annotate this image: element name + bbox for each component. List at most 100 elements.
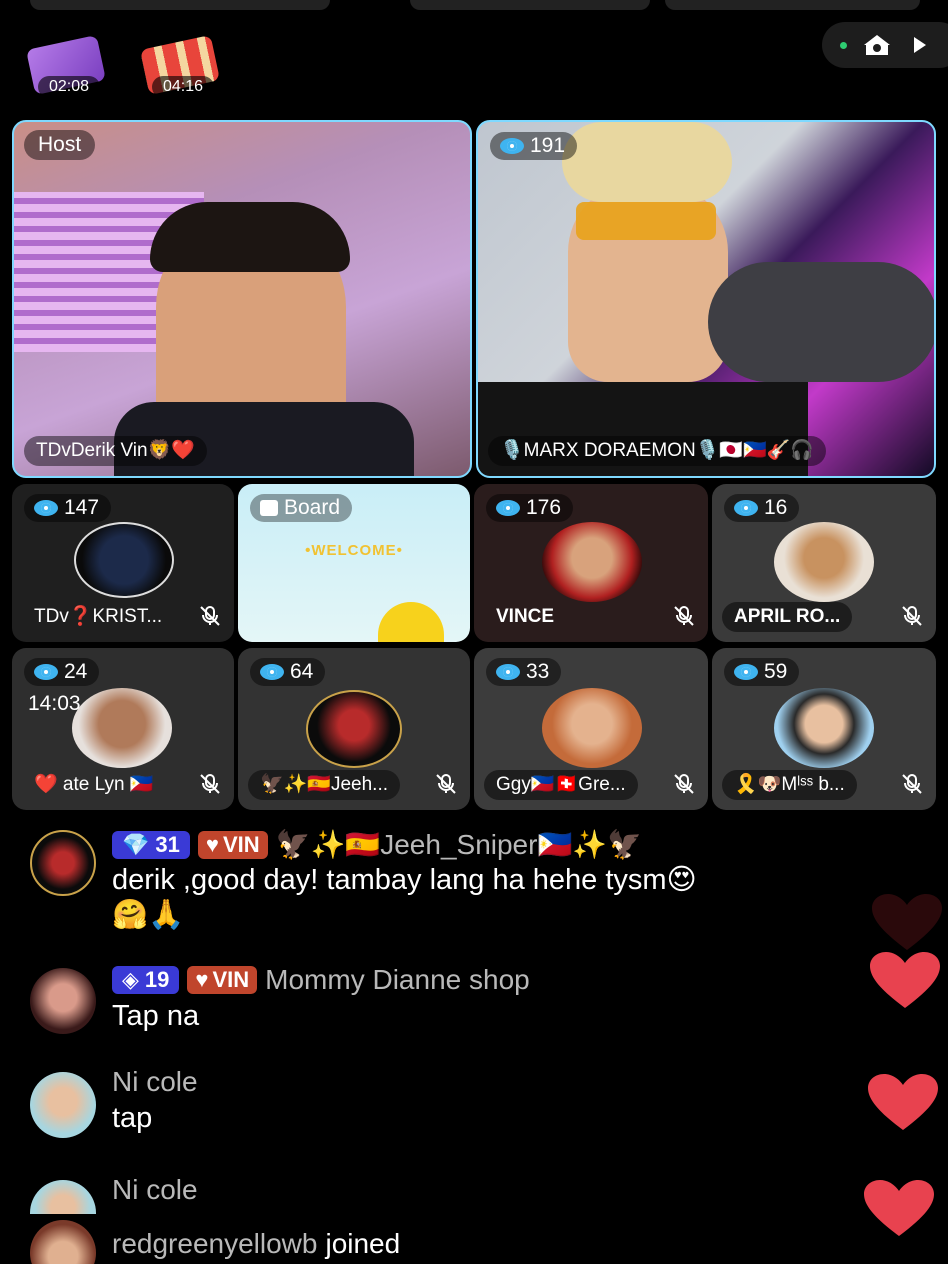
eye-icon (496, 664, 520, 680)
viewer-count: 191 (530, 134, 566, 157)
gift-box-purple[interactable]: 02:08 (24, 35, 110, 100)
mic-muted-icon (200, 774, 220, 794)
chat-text: Tap na (112, 1000, 200, 1032)
viewer-count-badge: 24 (24, 658, 100, 686)
chat-username[interactable]: Mommy Dianne shop (265, 964, 530, 996)
gift-timer: 04:16 (152, 76, 214, 98)
mic-muted-icon (902, 606, 922, 626)
chat-avatar[interactable] (30, 1180, 96, 1214)
guest-tile[interactable]: 16 APRIL RO... (712, 484, 936, 642)
guest-tile[interactable]: 64 🦅✨🇪🇸Jeeh... (238, 648, 470, 810)
eye-icon (34, 664, 58, 680)
guest-tile[interactable]: 147 TDv❓KRIST... (12, 484, 234, 642)
heart-icon (868, 1074, 938, 1130)
board-mascot-icon (378, 602, 444, 642)
guest-name: 🦅✨🇪🇸Jeeh... (248, 770, 401, 800)
guest-tile[interactable]: 24 14:03 ❤️ ate Lyn 🇵🇭 (12, 648, 234, 810)
eye-icon (260, 664, 284, 680)
guest-name: APRIL RO... (722, 602, 853, 632)
play-icon[interactable] (914, 37, 926, 53)
chat-text: tap (112, 1102, 153, 1134)
guest-avatar (72, 688, 172, 768)
guest-avatar (542, 522, 642, 602)
sunglasses (576, 202, 716, 240)
eye-icon (734, 664, 758, 680)
join-action: joined (325, 1228, 401, 1259)
viewer-count-badge: 147 (24, 494, 112, 522)
viewer-count-badge: 191 (490, 132, 578, 160)
viewer-count-badge: 64 (250, 658, 326, 686)
heart-badge-icon: ♥ (205, 831, 219, 857)
mic-muted-icon (200, 606, 220, 626)
guest-tile[interactable]: 59 🎗️🐶Mˡˢˢ b... (712, 648, 936, 810)
guest-name: TDv❓KRIST... (34, 606, 163, 627)
chat-avatar[interactable] (30, 968, 96, 1034)
guest-tile[interactable]: 176 VINCE (474, 484, 708, 642)
microphone (708, 262, 934, 382)
live-dot-icon (840, 42, 847, 49)
home-icon[interactable] (862, 33, 892, 57)
heart-icon (870, 952, 940, 1008)
board-badge: Board (250, 494, 353, 522)
host-hair (150, 202, 350, 272)
guest-name: VINCE (496, 606, 555, 627)
chat-message: 💎 31 ♥ VIN 🦅✨🇪🇸Jeeh_Sniper🇵🇭✨🦅 derik ,good… (0, 826, 948, 936)
cohost-name[interactable]: 🎙️MARX DORAEMON🎙️🇯🇵🇵🇭🎸🎧 (488, 436, 827, 466)
join-notice: redgreenyellowb joined (0, 1218, 948, 1264)
level-badge: ◈ 19 (112, 966, 180, 994)
guest-name: ❤️ ate Lyn 🇵🇭 (34, 774, 154, 795)
guest-avatar (774, 688, 874, 768)
board-icon (260, 500, 278, 516)
diamond-icon: ◈ (122, 967, 139, 992)
cohost-video-tile[interactable]: 191 🎙️MARX DORAEMON🎙️🇯🇵🇵🇭🎸🎧 (476, 120, 936, 478)
chat-username[interactable]: redgreenyellowb (112, 1228, 317, 1260)
chat-header: 💎 31 ♥ VIN 🦅✨🇪🇸Jeeh_Sniper🇵🇭✨🦅 (112, 828, 642, 861)
host-video-tile[interactable]: Host TDvDerik Vin🦁❤️ (12, 120, 472, 478)
eye-icon (734, 500, 758, 516)
mic-muted-icon (436, 774, 456, 794)
guest-name: Ggy🇵🇭🇨🇭Gre... (484, 770, 638, 800)
chat-header: ◈ 19 ♥ VIN Mommy Dianne shop (112, 964, 530, 996)
chat-username[interactable]: Ni cole (112, 1066, 198, 1098)
top-pill[interactable] (30, 0, 330, 10)
guest-name: 🎗️🐶Mˡˢˢ b... (722, 770, 857, 800)
host-tag: Host (24, 130, 96, 160)
chat-message: ◈ 19 ♥ VIN Mommy Dianne shop Tap na (0, 962, 948, 1042)
gift-box-red[interactable]: 04:16 (138, 35, 224, 100)
gift-timer: 02:08 (38, 76, 100, 98)
chat-username[interactable]: 🦅✨🇪🇸Jeeh_Sniper🇵🇭✨🦅 (276, 828, 642, 861)
guest-avatar (542, 688, 642, 768)
mic-muted-icon (674, 774, 694, 794)
chat-message: Ni cole tap (0, 1066, 948, 1146)
guest-avatar (774, 522, 874, 602)
guest-avatar (74, 522, 174, 598)
chat-avatar[interactable] (30, 830, 96, 896)
chat-avatar[interactable] (30, 1072, 96, 1138)
viewer-count-badge: 59 (724, 658, 800, 686)
chat-username[interactable]: Ni cole (112, 1174, 198, 1206)
top-pill[interactable] (410, 0, 650, 10)
top-pill[interactable] (665, 0, 920, 10)
heart-icon (872, 894, 942, 950)
viewer-count-badge: 33 (486, 658, 562, 686)
cohost-hair (562, 122, 732, 202)
join-text: redgreenyellowb joined (112, 1228, 400, 1260)
level-badge: 💎 31 (112, 830, 190, 859)
board-welcome: •WELCOME• (305, 542, 403, 559)
board-tile[interactable]: Board •WELCOME• (238, 484, 470, 642)
host-name[interactable]: TDvDerik Vin🦁❤️ (24, 436, 207, 466)
chat-text: 🤗🙏 (112, 899, 185, 931)
viewer-count-badge: 176 (486, 494, 574, 522)
guest-time: 14:03 (28, 692, 81, 715)
diamond-icon: 💎 (122, 831, 150, 857)
guest-avatar (306, 690, 402, 768)
heart-icon (864, 1180, 934, 1236)
heart-badge-icon: ♥ (195, 967, 209, 992)
chat-message: Ni cole (0, 1174, 948, 1214)
mic-muted-icon (674, 606, 694, 626)
mic-muted-icon (902, 774, 922, 794)
guest-tile[interactable]: 33 Ggy🇵🇭🇨🇭Gre... (474, 648, 708, 810)
eye-icon (496, 500, 520, 516)
chat-avatar[interactable] (30, 1220, 96, 1264)
eye-icon (34, 500, 58, 516)
